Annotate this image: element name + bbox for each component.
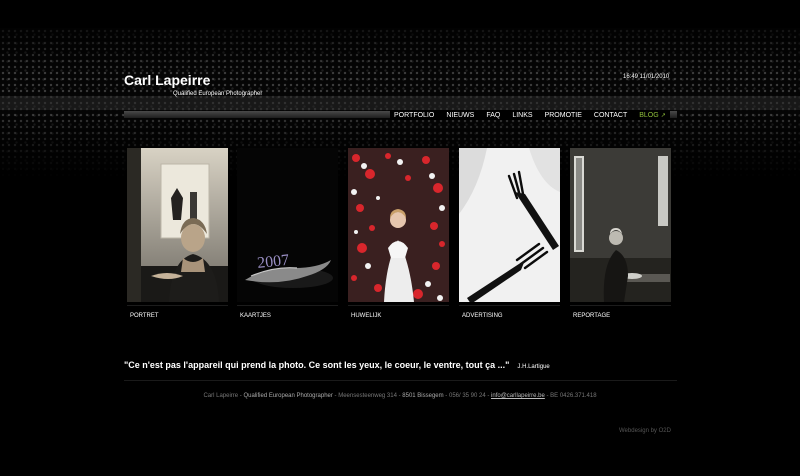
quote: "Ce n'est pas l'appareil qui prend la ph…: [124, 360, 550, 370]
footer-btw: BE 0426.371.418: [550, 393, 597, 399]
portret-photo: [127, 148, 228, 302]
site-title[interactable]: Carl Lapeirre: [124, 72, 210, 88]
date-time: 16:49 11/01/2010: [623, 74, 670, 80]
tile-reportage[interactable]: REPORTAGE: [566, 144, 675, 329]
nav-contact[interactable]: CONTACT: [594, 112, 627, 119]
quote-text: "Ce n'est pas l'appareil qui prend la ph…: [124, 360, 510, 370]
tile-label: HUWELIJK: [351, 313, 382, 319]
nav-nieuws[interactable]: NIEUWS: [446, 112, 474, 119]
main-nav: PORTFOLIO NIEUWS FAQ LINKS PROMOTIE CONT…: [390, 110, 670, 120]
footer-street: Meensesteenweg 314: [338, 393, 397, 399]
nav-faq[interactable]: FAQ: [486, 112, 500, 119]
tile-label: PORTRET: [130, 313, 159, 319]
kaartjes-image-text: 2007: [256, 252, 290, 272]
tile-label: ADVERTISING: [462, 313, 503, 319]
footer-title: Qualified European Photographer: [243, 393, 333, 399]
footer-email-link[interactable]: info@carllapeirre.be: [491, 393, 545, 399]
nav-links[interactable]: LINKS: [512, 112, 532, 119]
nav-blog-label: BLOG: [639, 111, 659, 119]
tile-label: KAARTJES: [240, 313, 271, 319]
tile-label: REPORTAGE: [573, 313, 611, 319]
header-band: [0, 96, 800, 110]
footer: Carl Lapeirre - Qualified European Photo…: [0, 393, 800, 399]
site-subtitle: Qualified European Photographer: [173, 91, 263, 97]
advertising-photo: [459, 148, 560, 302]
tile-divider: [459, 305, 560, 306]
reportage-photo: [570, 148, 671, 302]
tile-huwelijk[interactable]: HUWELIJK: [344, 144, 453, 329]
nav-promotie[interactable]: PROMOTIE: [545, 112, 582, 119]
tile-divider: [237, 305, 338, 306]
tile-kaartjes[interactable]: 2007 KAARTJES: [233, 144, 342, 329]
tile-divider: [127, 305, 228, 306]
footer-city: 8501 Bissegem: [402, 393, 444, 399]
external-link-icon: ↗: [660, 112, 666, 119]
tile-divider: [570, 305, 671, 306]
tile-portret[interactable]: PORTRET: [123, 144, 232, 329]
nav-blog[interactable]: BLOG ↗: [639, 112, 665, 119]
nav-portfolio[interactable]: PORTFOLIO: [394, 112, 434, 119]
webdesign-credit-link[interactable]: Webdesign by O2D: [619, 428, 671, 434]
tile-advertising[interactable]: ADVERTISING: [455, 144, 564, 329]
kaartjes-photo: 2007: [237, 148, 338, 302]
footer-name: Carl Lapeirre: [203, 393, 239, 399]
huwelijk-photo: [348, 148, 449, 302]
footer-phone: 056/ 35 90 24: [448, 393, 486, 399]
footer-separator: [124, 380, 677, 381]
tile-divider: [348, 305, 449, 306]
quote-author: J.H.Lartigue: [517, 364, 550, 370]
